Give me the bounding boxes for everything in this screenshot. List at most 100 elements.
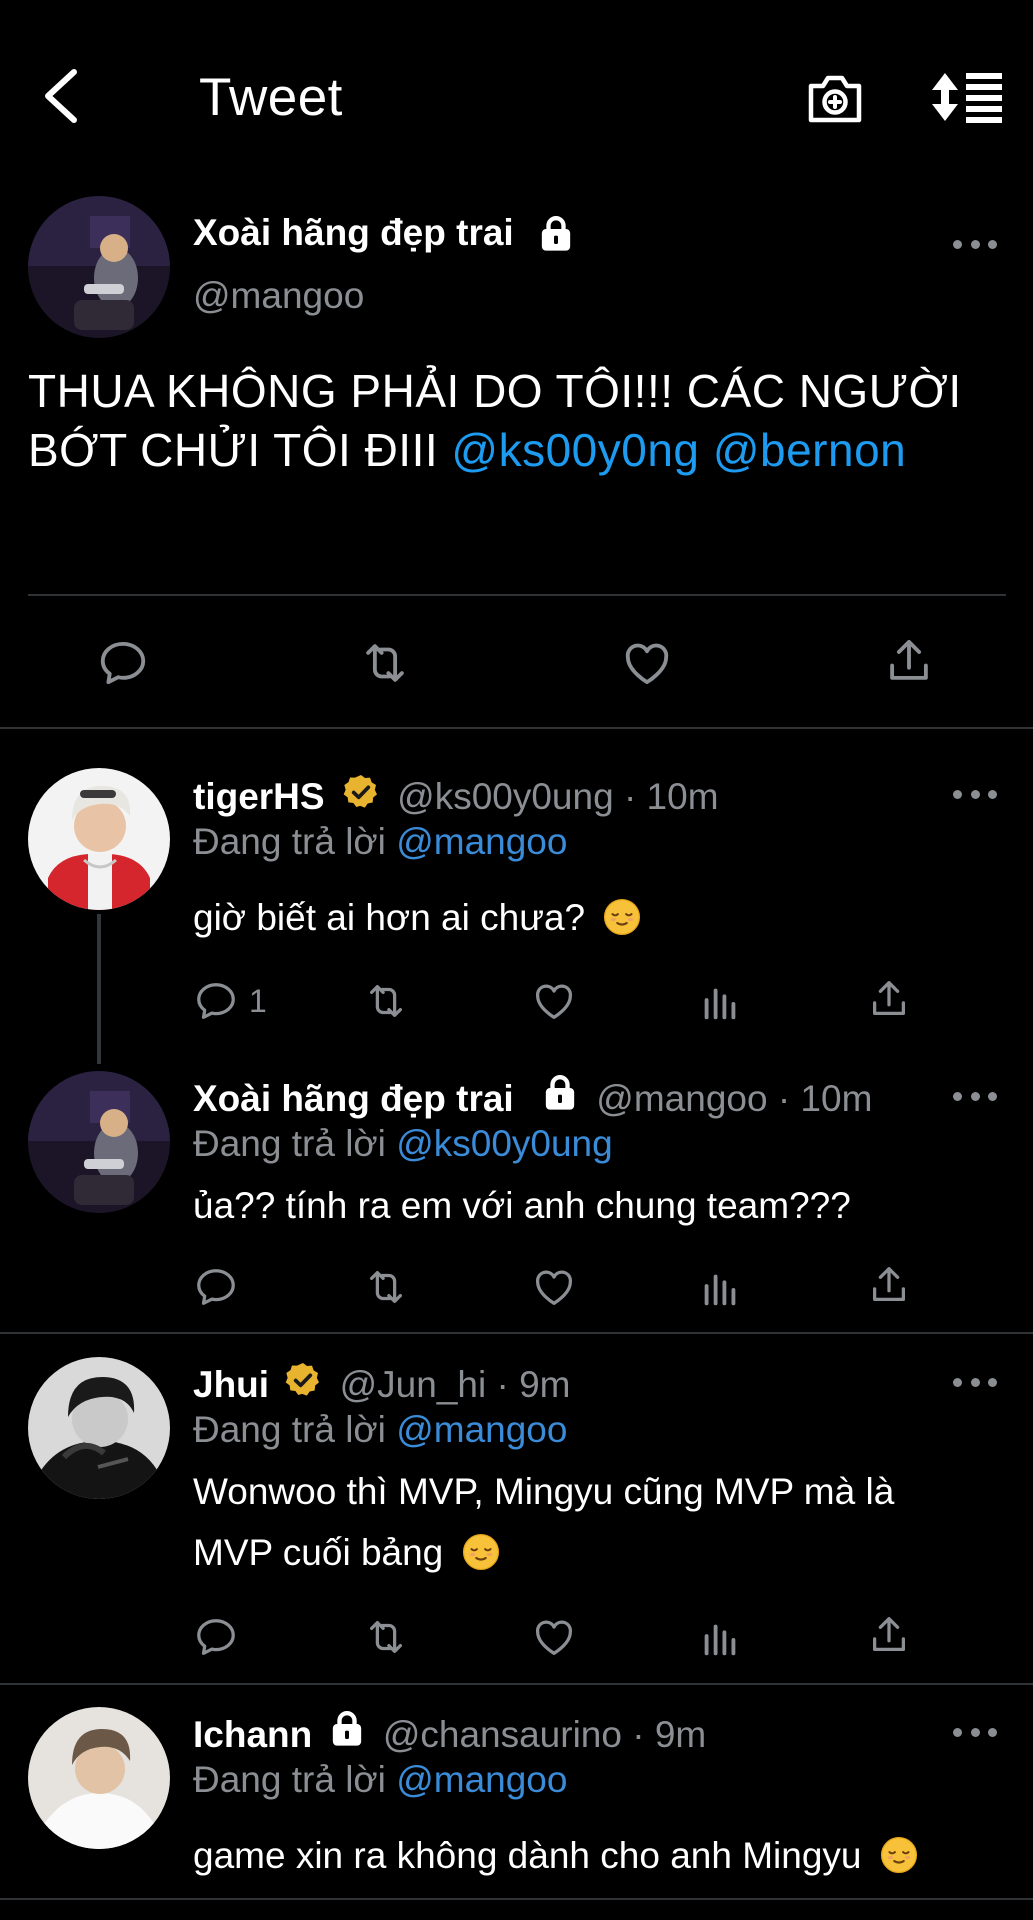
mention-link[interactable]: @bernon — [713, 424, 906, 476]
avatar[interactable] — [28, 1707, 170, 1849]
more-icon-dot — [970, 789, 980, 799]
share-icon — [882, 634, 936, 688]
analytics-icon — [697, 1614, 743, 1662]
reply-button[interactable] — [193, 1614, 239, 1660]
reply-text: ủa?? tính ra em với anh chung team??? — [193, 1185, 851, 1226]
more-button[interactable] — [953, 1372, 997, 1392]
share-button[interactable] — [866, 1612, 912, 1658]
share-button[interactable] — [866, 1262, 912, 1308]
like-icon — [530, 978, 578, 1024]
retweet-button[interactable] — [360, 978, 412, 1024]
divider — [28, 594, 1006, 596]
reply-text-line: Wonwoo thì MVP, Mingyu cũng MVP mà là — [193, 1471, 895, 1512]
page-title: Tweet — [199, 68, 343, 127]
reply-text: giờ biết ai hơn ai chưa? — [193, 887, 641, 954]
avatar[interactable] — [28, 768, 170, 910]
like-icon — [619, 636, 675, 690]
author-name[interactable]: Xoài hãng đẹp trai — [193, 212, 514, 253]
more-button[interactable] — [953, 1722, 997, 1742]
more-icon-dot — [970, 1377, 980, 1387]
retweet-button[interactable] — [354, 636, 416, 690]
avatar-image — [28, 768, 170, 910]
replying-to-link[interactable]: @mangoo — [396, 821, 567, 862]
reply-author-name[interactable]: tigerHS — [193, 776, 325, 817]
replying-to-link[interactable]: @mangoo — [396, 1409, 567, 1450]
share-icon — [866, 1262, 912, 1308]
sort-icon — [932, 73, 1002, 123]
mention-link[interactable]: @ks00y0ng — [451, 424, 699, 476]
back-button[interactable] — [38, 66, 84, 126]
reply-header: tigerHS @ks00y0ung · 10m — [193, 776, 719, 821]
more-icon-dot — [988, 1377, 997, 1387]
verified-icon — [283, 1360, 323, 1409]
reply-count: 1 — [249, 982, 267, 1019]
avatar[interactable] — [28, 196, 170, 338]
reply-text-content: MVP cuối bảng — [193, 1532, 444, 1573]
reply-button[interactable] — [96, 636, 150, 690]
divider — [0, 1683, 1033, 1685]
more-icon-dot — [970, 239, 980, 249]
more-button[interactable] — [953, 234, 997, 254]
retweet-button[interactable] — [360, 1264, 412, 1310]
reply-text-content: giờ biết ai hơn ai chưa? — [193, 897, 586, 938]
reply-author-name[interactable]: Xoài hãng đẹp trai — [193, 1078, 514, 1119]
verified-icon — [341, 772, 381, 821]
sort-button[interactable] — [930, 70, 1002, 124]
reply-header: Jhui @Jun_hi · 9m — [193, 1364, 571, 1409]
like-button[interactable] — [530, 978, 578, 1024]
more-icon-dot — [988, 1091, 997, 1101]
lock-icon — [536, 214, 576, 259]
divider — [0, 727, 1033, 729]
reply-header: Xoài hãng đẹp trai @mangoo · 10m — [193, 1078, 872, 1122]
share-button[interactable] — [866, 976, 912, 1022]
avatar-image — [28, 1707, 170, 1849]
analytics-icon — [697, 978, 743, 1026]
lock-icon — [327, 1709, 367, 1758]
more-icon-dot — [988, 789, 997, 799]
replying-to-link[interactable]: @mangoo — [396, 1759, 567, 1800]
more-icon-dot — [970, 1727, 980, 1737]
reply-author-name[interactable]: Ichann — [193, 1714, 312, 1755]
replying-label: Đang trả lời — [193, 1759, 386, 1800]
analytics-button[interactable] — [697, 1264, 743, 1312]
retweet-button[interactable] — [360, 1614, 412, 1660]
top-bar: Tweet — [0, 0, 1033, 190]
replying-label: Đang trả lời — [193, 1123, 386, 1164]
more-icon — [953, 1091, 962, 1101]
retweet-icon — [354, 636, 416, 690]
reply-icon — [193, 1264, 239, 1310]
replying-label: Đang trả lời — [193, 1409, 386, 1450]
like-button[interactable] — [619, 636, 675, 690]
retweet-icon — [360, 978, 412, 1024]
reply-button[interactable]: 1 — [193, 978, 267, 1024]
like-button[interactable] — [530, 1614, 578, 1660]
like-icon — [530, 1614, 578, 1660]
thread-line — [97, 914, 101, 1064]
avatar[interactable] — [28, 1357, 170, 1499]
more-button[interactable] — [953, 1086, 997, 1106]
analytics-button[interactable] — [697, 1614, 743, 1662]
reply-button[interactable] — [193, 1264, 239, 1310]
reply-icon — [96, 636, 150, 690]
camera-button[interactable] — [805, 70, 865, 126]
avatar[interactable] — [28, 1071, 170, 1213]
reply-handle-time: @Jun_hi · 9m — [339, 1364, 571, 1405]
lock-icon — [540, 1073, 580, 1122]
more-icon-dot — [988, 1727, 997, 1737]
camera-plus-icon — [808, 75, 862, 123]
like-button[interactable] — [530, 1264, 578, 1310]
author-row: Xoài hãng đẹp trai — [193, 212, 576, 259]
divider — [0, 1898, 1033, 1900]
relieved-face-emoji — [603, 893, 641, 954]
replying-label: Đang trả lời — [193, 821, 386, 862]
replying-to-link[interactable]: @ks00y0ung — [396, 1123, 613, 1164]
analytics-button[interactable] — [697, 978, 743, 1026]
like-icon — [530, 1264, 578, 1310]
share-button[interactable] — [882, 634, 936, 688]
author-handle[interactable]: @mangoo — [193, 275, 364, 317]
tweet-text: THUA KHÔNG PHẢI DO TÔI!!! CÁC NGƯỜI BỚT … — [28, 362, 1018, 480]
reply-text-line: MVP cuối bảng — [193, 1522, 1013, 1589]
more-button[interactable] — [953, 784, 997, 804]
reply-author-name[interactable]: Jhui — [193, 1364, 269, 1405]
reply-icon — [193, 978, 239, 1024]
